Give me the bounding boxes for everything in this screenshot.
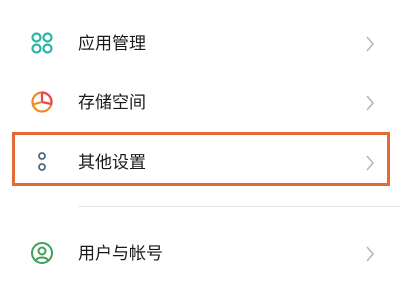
section-divider: [78, 206, 400, 207]
chevron-right-icon: [365, 245, 375, 263]
settings-item-label: 存储空间: [78, 93, 146, 113]
settings-item-label: 应用管理: [78, 34, 146, 54]
chevron-right-icon: [365, 35, 375, 53]
settings-screen: 应用管理 存储空间 其他设置 用户与帐号: [0, 0, 400, 300]
settings-item-label: 用户与帐号: [78, 244, 163, 264]
app-grid-icon: [30, 31, 54, 55]
highlight-box: [12, 132, 390, 186]
settings-item-user-account[interactable]: 用户与帐号: [0, 224, 400, 284]
settings-item-storage[interactable]: 存储空间: [0, 72, 400, 132]
settings-item-app-management[interactable]: 应用管理: [0, 14, 400, 74]
chevron-right-icon: [365, 94, 375, 112]
storage-pie-icon: [30, 90, 54, 114]
user-account-icon: [30, 241, 54, 265]
